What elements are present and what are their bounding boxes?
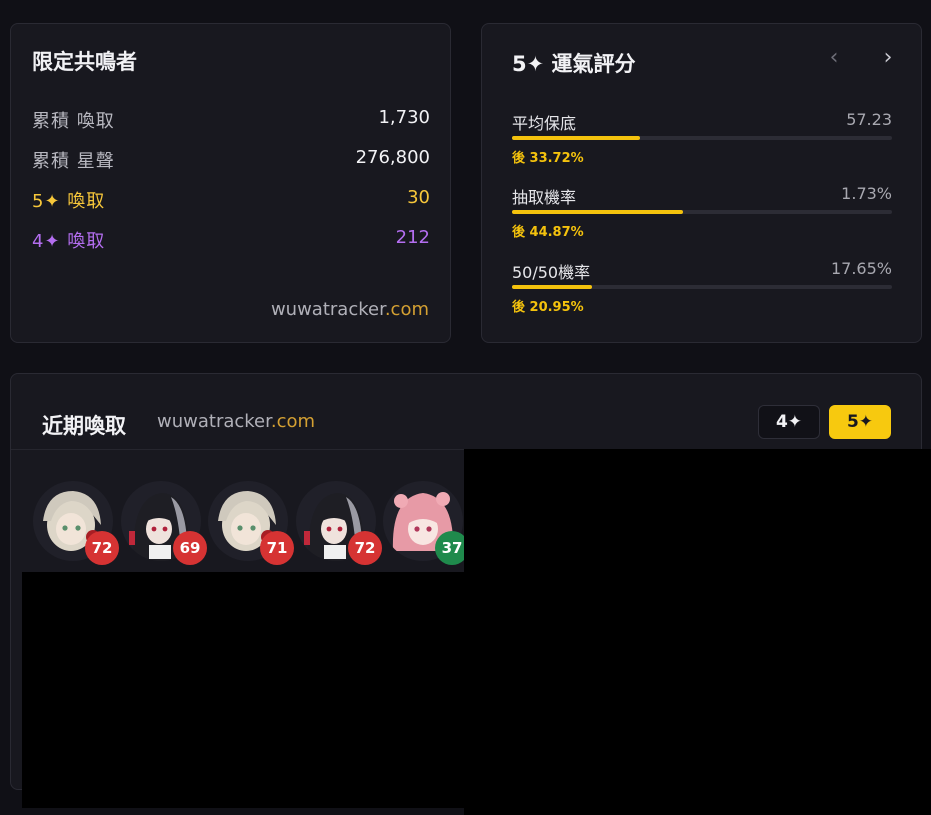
redaction-block [22, 572, 931, 808]
site-watermark: wuwatracker.com [271, 299, 429, 320]
stat-value: 30 [407, 187, 430, 208]
pity-badge: 71 [260, 531, 294, 565]
pull-avatar-item[interactable]: 37 [383, 481, 469, 565]
stat-value: 212 [395, 227, 430, 248]
site-watermark: wuwatracker.com [157, 411, 315, 432]
watermark-tld: .com [384, 299, 429, 320]
metric-label: 50/50機率 [512, 263, 591, 282]
pull-avatar-item[interactable]: 72 [296, 481, 382, 565]
metric-value: 17.65% [830, 259, 892, 278]
metric-label: 平均保底 [512, 114, 577, 133]
metric-pull-rate: 抽取機率 1.73% 後 44.87% [512, 184, 892, 242]
chevron-right-icon[interactable]: › [878, 46, 898, 70]
stat-row-total-pulls: 累積 喚取 1,730 [32, 107, 430, 135]
stat-label: 累積 喚取 [32, 111, 115, 132]
metric-label: 抽取機率 [512, 188, 577, 207]
pull-avatar-item[interactable]: 71 [208, 481, 294, 565]
metric-fifty-fifty-rate: 50/50機率 17.65% 後 20.95% [512, 259, 892, 317]
pull-avatar-item[interactable]: 69 [121, 481, 207, 565]
four-star-filter-button[interactable]: 4✦ [758, 405, 820, 439]
progress-track [512, 285, 892, 289]
percentile-text: 後 44.87% [512, 225, 584, 240]
stat-row-total-astrite: 累積 星聲 276,800 [32, 147, 430, 175]
stat-label: 5✦ 喚取 [32, 191, 106, 212]
progress-fill [512, 285, 592, 289]
limited-resonator-card: 限定共鳴者 累積 喚取 1,730 累積 星聲 276,800 5✦ 喚取 30… [10, 23, 451, 343]
pull-avatar-item[interactable]: 72 [33, 481, 119, 565]
stat-label: 4✦ 喚取 [32, 231, 106, 252]
watermark-name: wuwatracker [270, 299, 385, 320]
progress-fill [512, 136, 641, 140]
limited-card-title: 限定共鳴者 [32, 50, 137, 74]
luck-card-title: 5✦ 運氣評分 [512, 52, 636, 76]
pity-badge: 72 [348, 531, 382, 565]
recent-pulls-title: 近期喚取 [42, 414, 126, 438]
metric-value: 57.23 [846, 110, 892, 129]
stat-value: 1,730 [378, 107, 430, 128]
progress-fill [512, 210, 683, 214]
chevron-left-icon[interactable]: ‹ [824, 46, 844, 70]
stat-row-four-star: 4✦ 喚取 212 [32, 227, 430, 255]
watermark-name: wuwatracker [157, 411, 271, 432]
pity-badge: 69 [173, 531, 207, 565]
luck-score-card: 5✦ 運氣評分 ‹ › 平均保底 57.23 後 33.72% 抽取機率 1.7… [481, 23, 922, 343]
metric-value: 1.73% [841, 184, 892, 203]
progress-track [512, 210, 892, 214]
progress-track [512, 136, 892, 140]
stat-label: 累積 星聲 [32, 151, 115, 172]
five-star-filter-button[interactable]: 5✦ [829, 405, 891, 439]
metric-average-pity: 平均保底 57.23 後 33.72% [512, 110, 892, 168]
percentile-text: 後 20.95% [512, 300, 584, 315]
watermark-tld: .com [270, 411, 316, 432]
percentile-text: 後 33.72% [512, 151, 584, 166]
stat-value: 276,800 [355, 147, 430, 168]
stat-row-five-star: 5✦ 喚取 30 [32, 187, 430, 215]
pity-badge: 72 [85, 531, 119, 565]
